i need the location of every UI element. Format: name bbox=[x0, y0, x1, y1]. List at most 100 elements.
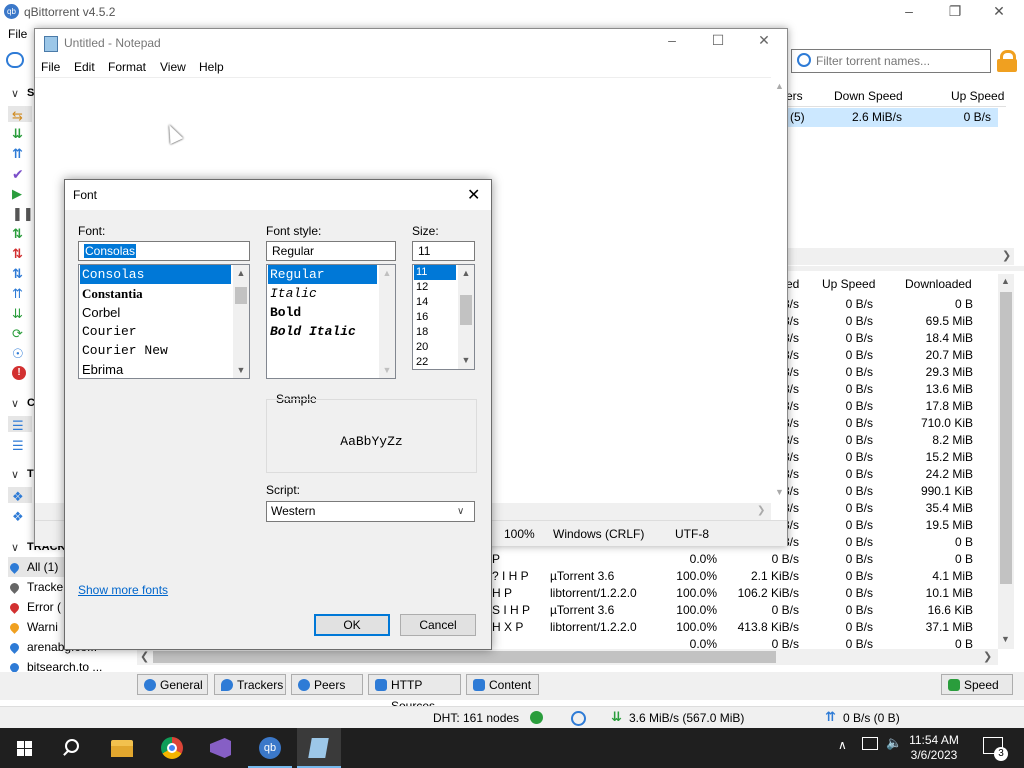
notepad-menu-help[interactable]: Help bbox=[199, 60, 224, 74]
notepad-vertical-scrollbar[interactable]: ▲ ▼ bbox=[771, 77, 787, 503]
filter-torrents-input[interactable]: Filter torrent names... bbox=[791, 49, 991, 73]
notepad-maximize-button[interactable]: ☐ bbox=[695, 29, 741, 53]
col-down-speed-header-partial[interactable]: ed bbox=[786, 276, 799, 293]
tab-peers[interactable]: Peers bbox=[291, 674, 363, 695]
font-style-item[interactable]: Italic bbox=[268, 284, 377, 303]
col-peers-header[interactable]: ers bbox=[786, 88, 803, 105]
font-dialog-title-bar[interactable]: Font ✕ bbox=[65, 180, 491, 210]
peers-vertical-scrollbar[interactable]: ▲ ▼ bbox=[998, 274, 1014, 649]
trackers-section-chevron-icon[interactable]: ∨ bbox=[11, 541, 19, 554]
scroll-up-icon[interactable]: ▲ bbox=[458, 268, 474, 278]
notepad-close-button[interactable]: ✕ bbox=[741, 29, 787, 53]
scroll-right-icon[interactable]: ❯ bbox=[983, 650, 992, 663]
font-size-item[interactable]: 11 bbox=[414, 265, 456, 280]
font-style-item[interactable]: Bold bbox=[268, 303, 377, 322]
col-up-speed-header[interactable]: Up Speed bbox=[951, 88, 1004, 105]
volume-icon[interactable]: 🔈 bbox=[886, 735, 902, 751]
start-button[interactable] bbox=[2, 728, 46, 768]
scroll-down-icon[interactable]: ▼ bbox=[458, 355, 474, 365]
torrent-table-horizontal-scrollbar[interactable]: ❯ bbox=[786, 248, 1014, 265]
lock-icon[interactable] bbox=[996, 50, 1018, 72]
scroll-up-icon[interactable]: ▲ bbox=[1001, 276, 1010, 286]
cancel-button[interactable]: Cancel bbox=[400, 614, 476, 636]
upload-speed-total[interactable]: 0 B/s (0 B) bbox=[843, 711, 900, 725]
tab-http-sources[interactable]: HTTP Sources bbox=[368, 674, 461, 713]
font-list-scrollbar[interactable]: ▲ ▼ bbox=[233, 265, 249, 378]
scroll-thumb[interactable] bbox=[460, 295, 472, 325]
col-peer-up-speed-header[interactable]: Up Speed bbox=[822, 276, 875, 293]
font-style-input[interactable]: Regular bbox=[266, 241, 396, 261]
notepad-menu-file[interactable]: File bbox=[41, 60, 60, 74]
speed-button[interactable]: Speed bbox=[941, 674, 1013, 695]
font-list-item[interactable]: Corbel bbox=[80, 303, 231, 322]
qbt-restore-button[interactable]: ❐ bbox=[932, 0, 978, 24]
style-list-scrollbar[interactable]: ▲ ▼ bbox=[379, 265, 395, 378]
category-uncategorized-list-icon[interactable]: ☰ bbox=[12, 438, 26, 453]
inactive-icon[interactable]: ⇅ bbox=[12, 246, 26, 261]
font-list-item[interactable]: Ebrima bbox=[80, 360, 231, 378]
chrome-icon[interactable] bbox=[150, 728, 194, 768]
font-list-item[interactable]: Courier bbox=[80, 322, 231, 341]
font-size-input[interactable]: 11 bbox=[412, 241, 475, 261]
col-downloaded-header[interactable]: Downloaded bbox=[905, 276, 972, 293]
categories-section-chevron-icon[interactable]: ∨ bbox=[11, 397, 19, 410]
scroll-up-icon[interactable]: ▲ bbox=[233, 268, 249, 278]
paused-icon[interactable]: ❚❚ bbox=[12, 206, 34, 221]
script-select[interactable]: Western ∨ bbox=[266, 501, 475, 522]
scroll-down-icon[interactable]: ▼ bbox=[775, 487, 784, 497]
notepad-minimize-button[interactable]: – bbox=[649, 29, 695, 53]
tag-untagged-icon[interactable]: ❖ bbox=[12, 509, 26, 524]
torrent-row[interactable]: (5) 2.6 MiB/s 0 B/s bbox=[786, 108, 998, 127]
peers-horizontal-scrollbar[interactable]: ❮ ❯ bbox=[137, 649, 998, 665]
moving-icon[interactable]: ☉ bbox=[12, 346, 26, 361]
tags-section-chevron-icon[interactable]: ∨ bbox=[11, 468, 19, 481]
font-size-item[interactable]: 16 bbox=[414, 310, 456, 325]
font-size-item[interactable]: 20 bbox=[414, 340, 456, 355]
scroll-down-icon[interactable]: ▼ bbox=[379, 365, 395, 375]
font-style-item[interactable]: Bold Italic bbox=[268, 322, 377, 341]
scroll-thumb[interactable] bbox=[1000, 292, 1012, 584]
scroll-right-icon[interactable]: ❯ bbox=[757, 505, 765, 516]
font-size-item[interactable]: 22 bbox=[414, 355, 456, 369]
notepad-title-bar[interactable]: Untitled - Notepad – ☐ ✕ bbox=[35, 29, 787, 57]
notepad-taskbar-icon[interactable] bbox=[297, 728, 341, 768]
stalled-uploading-icon[interactable]: ⇈ bbox=[12, 286, 26, 301]
font-name-input[interactable]: Consolas bbox=[78, 241, 250, 261]
scroll-down-icon[interactable]: ▼ bbox=[233, 365, 249, 375]
alt-speed-icon[interactable] bbox=[571, 711, 586, 726]
font-list-item[interactable]: Constantia bbox=[80, 284, 231, 303]
font-size-item[interactable]: 14 bbox=[414, 295, 456, 310]
link-icon[interactable] bbox=[6, 52, 24, 68]
scroll-left-icon[interactable]: ❮ bbox=[140, 650, 149, 663]
resumed-icon[interactable]: ▶ bbox=[12, 186, 26, 201]
status-section-chevron-icon[interactable]: ∨ bbox=[11, 87, 19, 100]
connection-status-icon[interactable] bbox=[530, 711, 543, 724]
hscroll-thumb[interactable] bbox=[153, 651, 776, 663]
notepad-menu-format[interactable]: Format bbox=[108, 60, 146, 74]
show-hidden-icons-chevron-icon[interactable]: ∧ bbox=[838, 738, 847, 752]
active-icon[interactable]: ⇅ bbox=[12, 226, 26, 241]
tracker-item[interactable]: All (1) bbox=[8, 557, 66, 577]
scroll-down-icon[interactable]: ▼ bbox=[1001, 634, 1010, 644]
size-list-scrollbar[interactable]: ▲ ▼ bbox=[458, 265, 474, 369]
qbt-title-bar[interactable]: qb qBittorrent v4.5.2 – ❐ ✕ bbox=[0, 0, 1024, 24]
notepad-menu-view[interactable]: View bbox=[160, 60, 186, 74]
file-explorer-icon[interactable] bbox=[100, 728, 144, 768]
font-list-item[interactable]: Consolas bbox=[80, 265, 231, 284]
notepad-menu-edit[interactable]: Edit bbox=[74, 60, 95, 74]
font-size-list[interactable]: 11 12 14 16 18 20 22 ▲ ▼ bbox=[412, 264, 475, 370]
errored-icon[interactable]: ! bbox=[12, 366, 26, 380]
seeding-icon[interactable]: ⇈ bbox=[12, 146, 26, 161]
completed-icon[interactable]: ✔ bbox=[12, 166, 26, 182]
download-speed-total[interactable]: 3.6 MiB/s (567.0 MiB) bbox=[629, 711, 744, 725]
font-list-item[interactable]: Courier New bbox=[80, 341, 231, 360]
font-dialog-close-button[interactable]: ✕ bbox=[467, 185, 480, 205]
tab-content[interactable]: Content bbox=[466, 674, 539, 695]
tracker-item[interactable]: Tracke bbox=[8, 577, 63, 597]
show-more-fonts-link[interactable]: Show more fonts bbox=[78, 583, 168, 597]
qbittorrent-taskbar-icon[interactable]: qb bbox=[248, 728, 292, 768]
font-size-item[interactable]: 12 bbox=[414, 280, 456, 295]
tab-general[interactable]: General bbox=[137, 674, 208, 695]
checking-icon[interactable]: ⟳ bbox=[12, 326, 26, 341]
network-icon[interactable] bbox=[862, 737, 878, 750]
